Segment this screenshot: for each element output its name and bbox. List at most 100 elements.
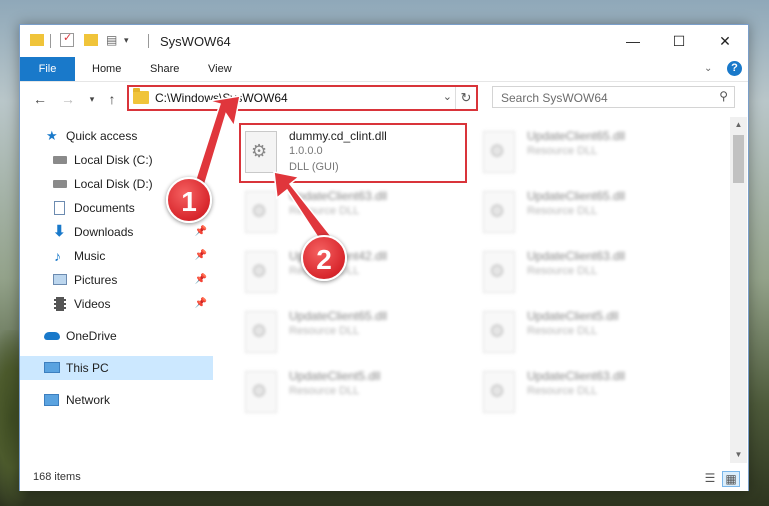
sidebar-item-label: Videos (74, 297, 111, 311)
dll-file-icon (483, 371, 515, 413)
network-icon (44, 394, 59, 406)
file-name: UpdateClient65.dll (527, 189, 626, 203)
new-folder-icon[interactable] (84, 34, 98, 46)
file-item[interactable]: UpdateClient65.dll Resource DLL (479, 125, 709, 181)
close-button[interactable]: ✕ (702, 25, 748, 57)
file-item[interactable]: UpdateClient5.dll Resource DLL (241, 365, 471, 421)
star-icon: ★ (46, 128, 58, 143)
sidebar-item-quick-access[interactable]: ★ Quick access (20, 124, 213, 148)
pin-icon[interactable]: 📌 (195, 292, 207, 316)
drive-icon (53, 180, 67, 188)
documents-icon (54, 201, 65, 215)
file-type: Resource DLL (289, 325, 360, 337)
folder-icon (30, 34, 44, 46)
drive-icon (53, 156, 67, 164)
file-type: Resource DLL (527, 265, 598, 277)
file-name: UpdateClient63.dll (289, 189, 388, 203)
search-input[interactable] (499, 90, 703, 106)
file-type: Resource DLL (289, 385, 360, 397)
minimize-button[interactable]: — (610, 25, 656, 57)
file-name: UpdateClient63.dll (527, 249, 626, 263)
tab-file[interactable]: File (20, 57, 75, 81)
title-bar: ✓ ▤ ▾ SysWOW64 — ☐ ✕ (20, 25, 748, 57)
tab-share[interactable]: Share (138, 57, 191, 81)
file-item[interactable]: UpdateClient63.dll Resource DLL (479, 365, 709, 421)
navigation-pane: ★ Quick access Local Disk (C:) Local Dis… (20, 117, 213, 461)
cloud-icon (44, 332, 60, 340)
file-item[interactable]: UpdateClient42.dll Resource DLL (241, 245, 471, 301)
scroll-down-icon[interactable]: ▼ (730, 447, 747, 463)
sidebar-item-label: Local Disk (C:) (74, 153, 153, 167)
up-arrow-icon[interactable]: ↑ (104, 91, 120, 107)
address-bar[interactable]: C:\Windows\SysWOW64 ⌄ ↻ (127, 85, 478, 111)
expand-ribbon-icon[interactable]: ⌄ (704, 63, 714, 74)
status-bar: 168 items ☰ ▦ (20, 467, 748, 491)
file-type: Resource DLL (527, 145, 598, 157)
search-box[interactable]: ⚲ (492, 86, 735, 108)
file-highlight-box (239, 123, 467, 183)
sidebar-item-network[interactable]: Network (20, 388, 213, 412)
sidebar-item-label: Music (74, 249, 106, 263)
tab-home[interactable]: Home (80, 57, 133, 81)
file-item[interactable]: UpdateClient65.dll Resource DLL (479, 185, 709, 241)
chevron-down-icon[interactable]: ⌄ (443, 90, 452, 103)
sidebar-item-label: Quick access (66, 129, 138, 143)
sidebar-item-label: OneDrive (66, 329, 117, 343)
sidebar-item-label: Documents (74, 201, 135, 215)
downloads-icon: ⬇ (53, 223, 66, 240)
dll-file-icon (245, 371, 277, 413)
forward-arrow-icon[interactable]: → (60, 91, 76, 107)
divider (50, 34, 51, 48)
properties-icon[interactable]: ✓ (60, 32, 74, 47)
dll-file-icon (245, 311, 277, 353)
file-item[interactable]: UpdateClient5.dll Resource DLL (479, 305, 709, 361)
tab-view[interactable]: View (196, 57, 244, 81)
file-name: UpdateClient65.dll (527, 129, 626, 143)
sidebar-item-pictures[interactable]: Pictures 📌 (20, 268, 213, 292)
file-type: Resource DLL (527, 205, 598, 217)
callout-2: 2 (301, 235, 347, 281)
window-title: SysWOW64 (160, 34, 231, 49)
dll-file-icon (483, 131, 515, 173)
pin-icon[interactable]: 📌 (195, 220, 207, 244)
ribbon-tabs: File Home Share View ⌄ ? (20, 57, 748, 82)
back-arrow-icon[interactable]: ← (32, 91, 48, 107)
sidebar-item-local-disk-c[interactable]: Local Disk (C:) (20, 148, 213, 172)
scroll-thumb[interactable] (733, 135, 744, 183)
customize-toolbar-icon[interactable]: ▤ (106, 33, 120, 47)
pin-icon[interactable]: 📌 (195, 268, 207, 292)
dll-file-icon (245, 251, 277, 293)
maximize-button[interactable]: ☐ (656, 25, 702, 57)
pin-icon[interactable]: 📌 (195, 244, 207, 268)
details-view-icon[interactable]: ☰ (702, 471, 718, 485)
scroll-up-icon[interactable]: ▲ (730, 117, 747, 133)
sidebar-item-label: Pictures (74, 273, 118, 287)
sidebar-item-label: Downloads (74, 225, 134, 239)
file-type: Resource DLL (527, 385, 598, 397)
refresh-icon[interactable]: ↻ (455, 87, 476, 109)
sidebar-item-label: Network (66, 393, 111, 407)
videos-icon (54, 297, 66, 311)
computer-icon (44, 362, 60, 373)
search-icon[interactable]: ⚲ (719, 89, 728, 103)
recent-locations-icon[interactable]: ▾ (84, 91, 100, 107)
file-type: Resource DLL (527, 325, 598, 337)
vertical-scrollbar[interactable]: ▲ ▼ (730, 117, 747, 463)
file-item[interactable]: UpdateClient63.dll Resource DLL (241, 185, 471, 241)
dll-file-icon (483, 311, 515, 353)
file-item[interactable]: UpdateClient63.dll Resource DLL (479, 245, 709, 301)
tiles-view-icon[interactable]: ▦ (722, 471, 740, 487)
sidebar-item-downloads[interactable]: ⬇ Downloads 📌 (20, 220, 213, 244)
sidebar-item-music[interactable]: ♪ Music 📌 (20, 244, 213, 268)
file-name: UpdateClient65.dll (289, 309, 388, 323)
sidebar-item-this-pc[interactable]: This PC (20, 356, 213, 380)
music-icon: ♪ (54, 248, 61, 264)
dll-file-icon (483, 251, 515, 293)
file-item[interactable]: UpdateClient65.dll Resource DLL (241, 305, 471, 361)
dll-file-icon (483, 191, 515, 233)
sidebar-item-onedrive[interactable]: OneDrive (20, 324, 213, 348)
quick-access-dropdown-icon[interactable]: ▾ (124, 33, 138, 47)
help-icon[interactable]: ? (727, 61, 742, 76)
sidebar-item-videos[interactable]: Videos 📌 (20, 292, 213, 316)
address-path[interactable]: C:\Windows\SysWOW64 (155, 91, 288, 105)
